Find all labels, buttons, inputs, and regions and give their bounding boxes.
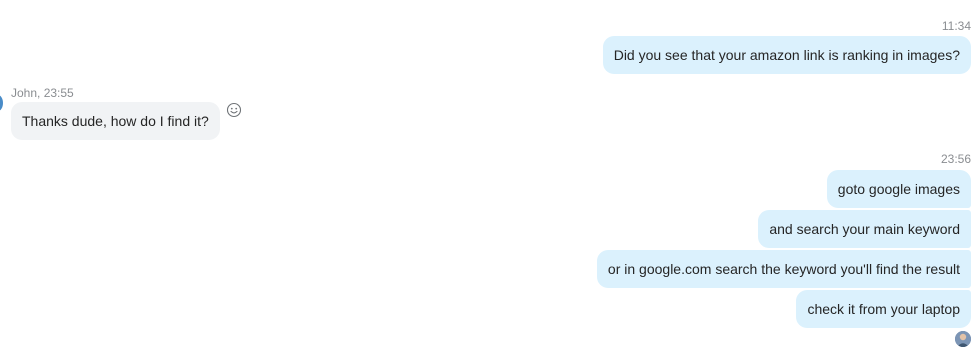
outgoing-message[interactable]: check it from your laptop [796, 290, 971, 328]
outgoing-message[interactable]: and search your main keyword [758, 210, 971, 248]
sender-name-time: John, 23:55 [11, 86, 74, 100]
message-timestamp: 11:34 [941, 19, 971, 33]
outgoing-message[interactable]: goto google images [826, 170, 971, 208]
message-timestamp: 23:56 [940, 152, 971, 166]
incoming-message[interactable]: Thanks dude, how do I find it? [11, 102, 220, 140]
outgoing-message[interactable]: Did you see that your amazon link is ran… [602, 36, 971, 74]
contact-avatar[interactable] [0, 95, 3, 111]
avatar-icon [955, 331, 971, 347]
avatar[interactable] [955, 331, 971, 347]
chat-conversation: 11:34 Did you see that your amazon link … [0, 0, 978, 362]
outgoing-message[interactable]: or in google.com search the keyword you'… [596, 250, 971, 288]
smiley-face-icon[interactable] [226, 102, 242, 118]
